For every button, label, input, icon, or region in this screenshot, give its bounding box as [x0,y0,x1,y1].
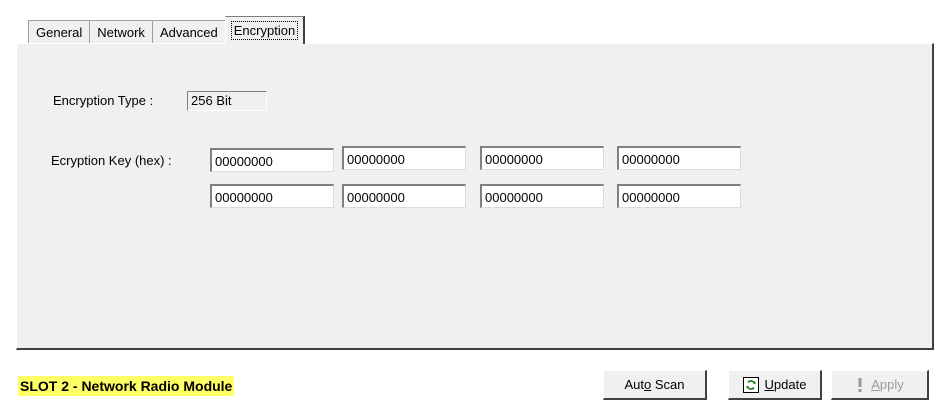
encryption-type-label: Encryption Type : [53,93,154,108]
refresh-icon [742,376,759,393]
apply-label: Apply [871,377,904,392]
key-field-2[interactable] [342,146,466,170]
encryption-panel: Encryption Type : 256 Bit Ecryption Key … [16,43,934,350]
key-field-3[interactable] [480,146,604,170]
key-field-1[interactable] [210,148,334,172]
tab-advanced-label: Advanced [159,25,218,40]
tab-advanced[interactable]: Advanced [151,20,226,44]
encryption-type-field: 256 Bit [187,91,267,111]
key-field-6[interactable] [342,184,466,208]
tab-strip: General Network Advanced Encryption [28,16,306,44]
tab-encryption[interactable]: Encryption [224,16,306,44]
tab-encryption-label: Encryption [230,21,299,40]
exclamation-icon [855,377,865,393]
slot-status-label: SLOT 2 - Network Radio Module [18,376,235,396]
auto-scan-label: Auto Scan [624,377,685,392]
key-field-4[interactable] [617,146,741,170]
key-field-5[interactable] [210,184,334,208]
tab-general[interactable]: General [28,20,91,44]
update-label: Update [764,377,807,392]
apply-button[interactable]: Apply [831,370,929,400]
tab-general-label: General [36,25,83,40]
key-field-7[interactable] [480,184,604,208]
auto-scan-button[interactable]: Auto Scan [603,370,707,400]
tab-network[interactable]: Network [89,20,153,44]
update-button[interactable]: Update [728,370,822,400]
tab-network-label: Network [97,25,145,40]
key-field-8[interactable] [617,184,741,208]
encryption-key-label: Ecryption Key (hex) : [51,153,172,168]
